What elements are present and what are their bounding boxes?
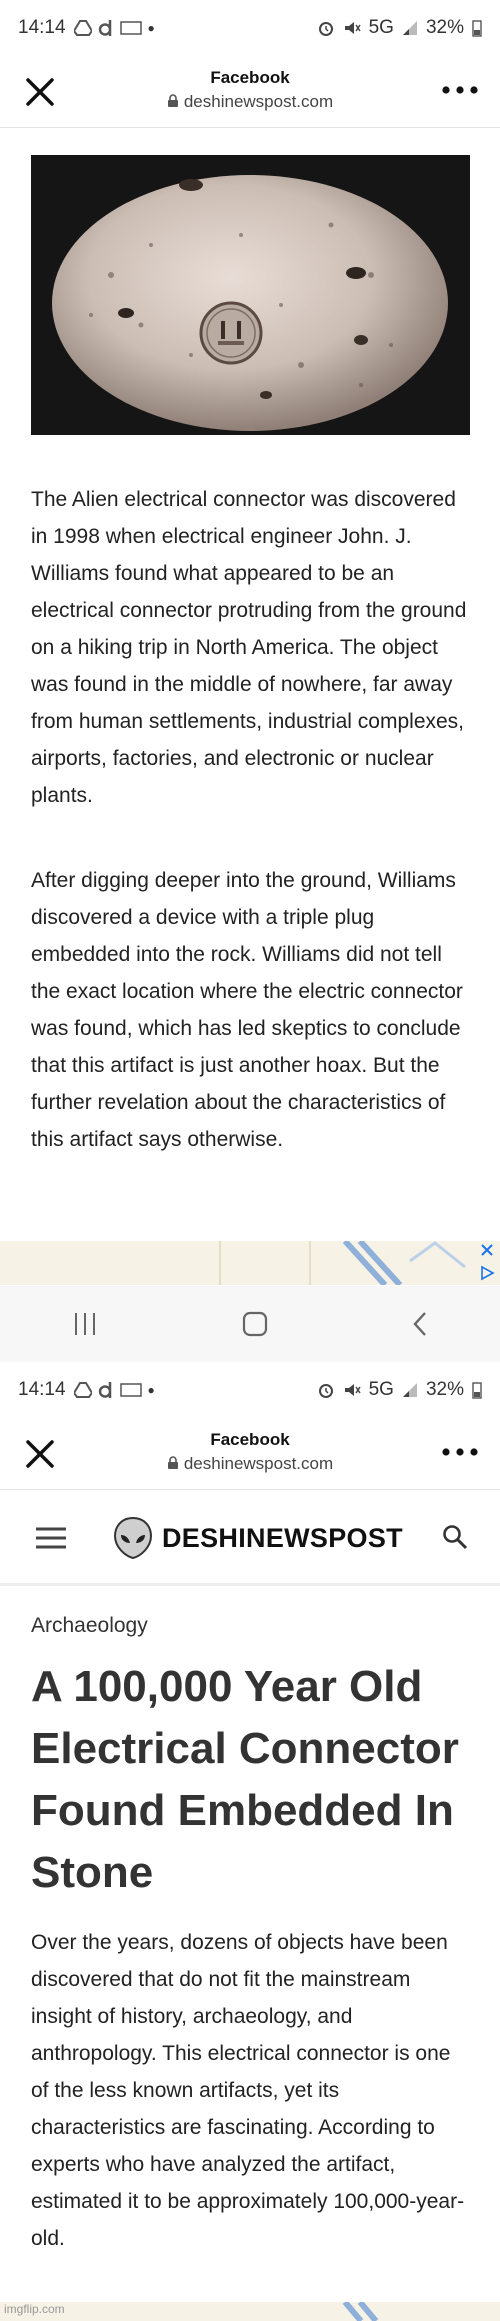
alarm-icon bbox=[318, 1384, 333, 1398]
app-icon bbox=[119, 21, 142, 35]
d-app-icon bbox=[98, 1382, 111, 1398]
ad-map-graphic bbox=[342, 2300, 379, 2321]
d-app-icon bbox=[98, 20, 111, 36]
browser-title: Facebook bbox=[210, 1430, 290, 1449]
status-time: 14:14 bbox=[18, 1379, 66, 1400]
site-logo-text: DESHINEWSPOST bbox=[162, 1522, 403, 1553]
browser-url[interactable]: deshinewspost.com bbox=[0, 92, 500, 112]
notification-icons: ● bbox=[73, 1381, 155, 1399]
browser-bar: Facebook deshinewspost.com bbox=[0, 56, 500, 128]
status-bar-2: 14:14 ● 5G 32% bbox=[0, 1362, 500, 1418]
browser-url[interactable]: deshinewspost.com bbox=[0, 1454, 500, 1474]
signal-icon bbox=[402, 1383, 417, 1397]
notification-icons: ● bbox=[73, 19, 155, 37]
ad-map-graphic bbox=[0, 1241, 500, 1285]
battery-percent: 32% bbox=[425, 1379, 464, 1400]
menu-icon[interactable] bbox=[34, 1526, 68, 1550]
network-type: 5G bbox=[368, 17, 394, 38]
status-right: 5G 32% bbox=[317, 17, 482, 39]
status-bar: 14:14 ● 5G 32% bbox=[0, 0, 500, 56]
site-logo[interactable]: DESHINEWSPOST bbox=[112, 1516, 403, 1560]
article-category[interactable]: Archaeology bbox=[31, 1614, 148, 1638]
app-icon bbox=[119, 1383, 142, 1397]
site-header: DESHINEWSPOST bbox=[0, 1490, 500, 1586]
article-headline: A 100,000 Year Old Electrical Connector … bbox=[31, 1662, 459, 1897]
network-type: 5G bbox=[368, 1379, 394, 1400]
mute-icon bbox=[344, 22, 361, 34]
article-paragraph-2: After digging deeper into the ground, Wi… bbox=[31, 869, 463, 1151]
more-icon[interactable] bbox=[440, 1442, 480, 1462]
home-icon[interactable] bbox=[241, 1310, 269, 1338]
ad-close-icon[interactable] bbox=[480, 1243, 494, 1257]
battery-icon bbox=[472, 20, 482, 37]
battery-icon bbox=[472, 1382, 482, 1399]
ad-banner[interactable] bbox=[0, 1241, 500, 1285]
browser-bar-2: Facebook deshinewspost.com bbox=[0, 1418, 500, 1490]
browser-url-text: deshinewspost.com bbox=[183, 92, 334, 111]
status-time: 14:14 bbox=[18, 17, 66, 38]
alarm-icon bbox=[318, 22, 333, 36]
article-intro: Over the years, dozens of objects have b… bbox=[31, 1931, 465, 2250]
ad-banner-bottom[interactable] bbox=[0, 2300, 500, 2321]
lock-icon bbox=[167, 1456, 178, 1469]
more-icon[interactable] bbox=[440, 80, 480, 100]
stone-connector-image bbox=[31, 155, 470, 435]
article-paragraph-1: The Alien electrical connector was disco… bbox=[31, 488, 467, 807]
mute-icon bbox=[344, 1384, 361, 1396]
lock-icon bbox=[167, 94, 178, 107]
android-nav-bar bbox=[0, 1286, 500, 1362]
status-right: 5G 32% bbox=[317, 1379, 482, 1401]
back-icon[interactable] bbox=[410, 1310, 430, 1338]
article-image bbox=[31, 155, 470, 435]
ad-info-icon[interactable] bbox=[479, 1265, 495, 1281]
drive-icon bbox=[73, 1382, 92, 1398]
recent-apps-icon[interactable] bbox=[70, 1311, 100, 1337]
watermark: imgflip.com bbox=[4, 2302, 65, 2316]
drive-icon bbox=[73, 20, 92, 36]
signal-icon bbox=[402, 21, 417, 35]
alien-logo-icon bbox=[113, 1516, 153, 1560]
browser-url-text: deshinewspost.com bbox=[183, 1454, 334, 1473]
browser-title: Facebook bbox=[210, 68, 290, 87]
battery-percent: 32% bbox=[425, 17, 464, 38]
search-icon[interactable] bbox=[442, 1524, 468, 1550]
